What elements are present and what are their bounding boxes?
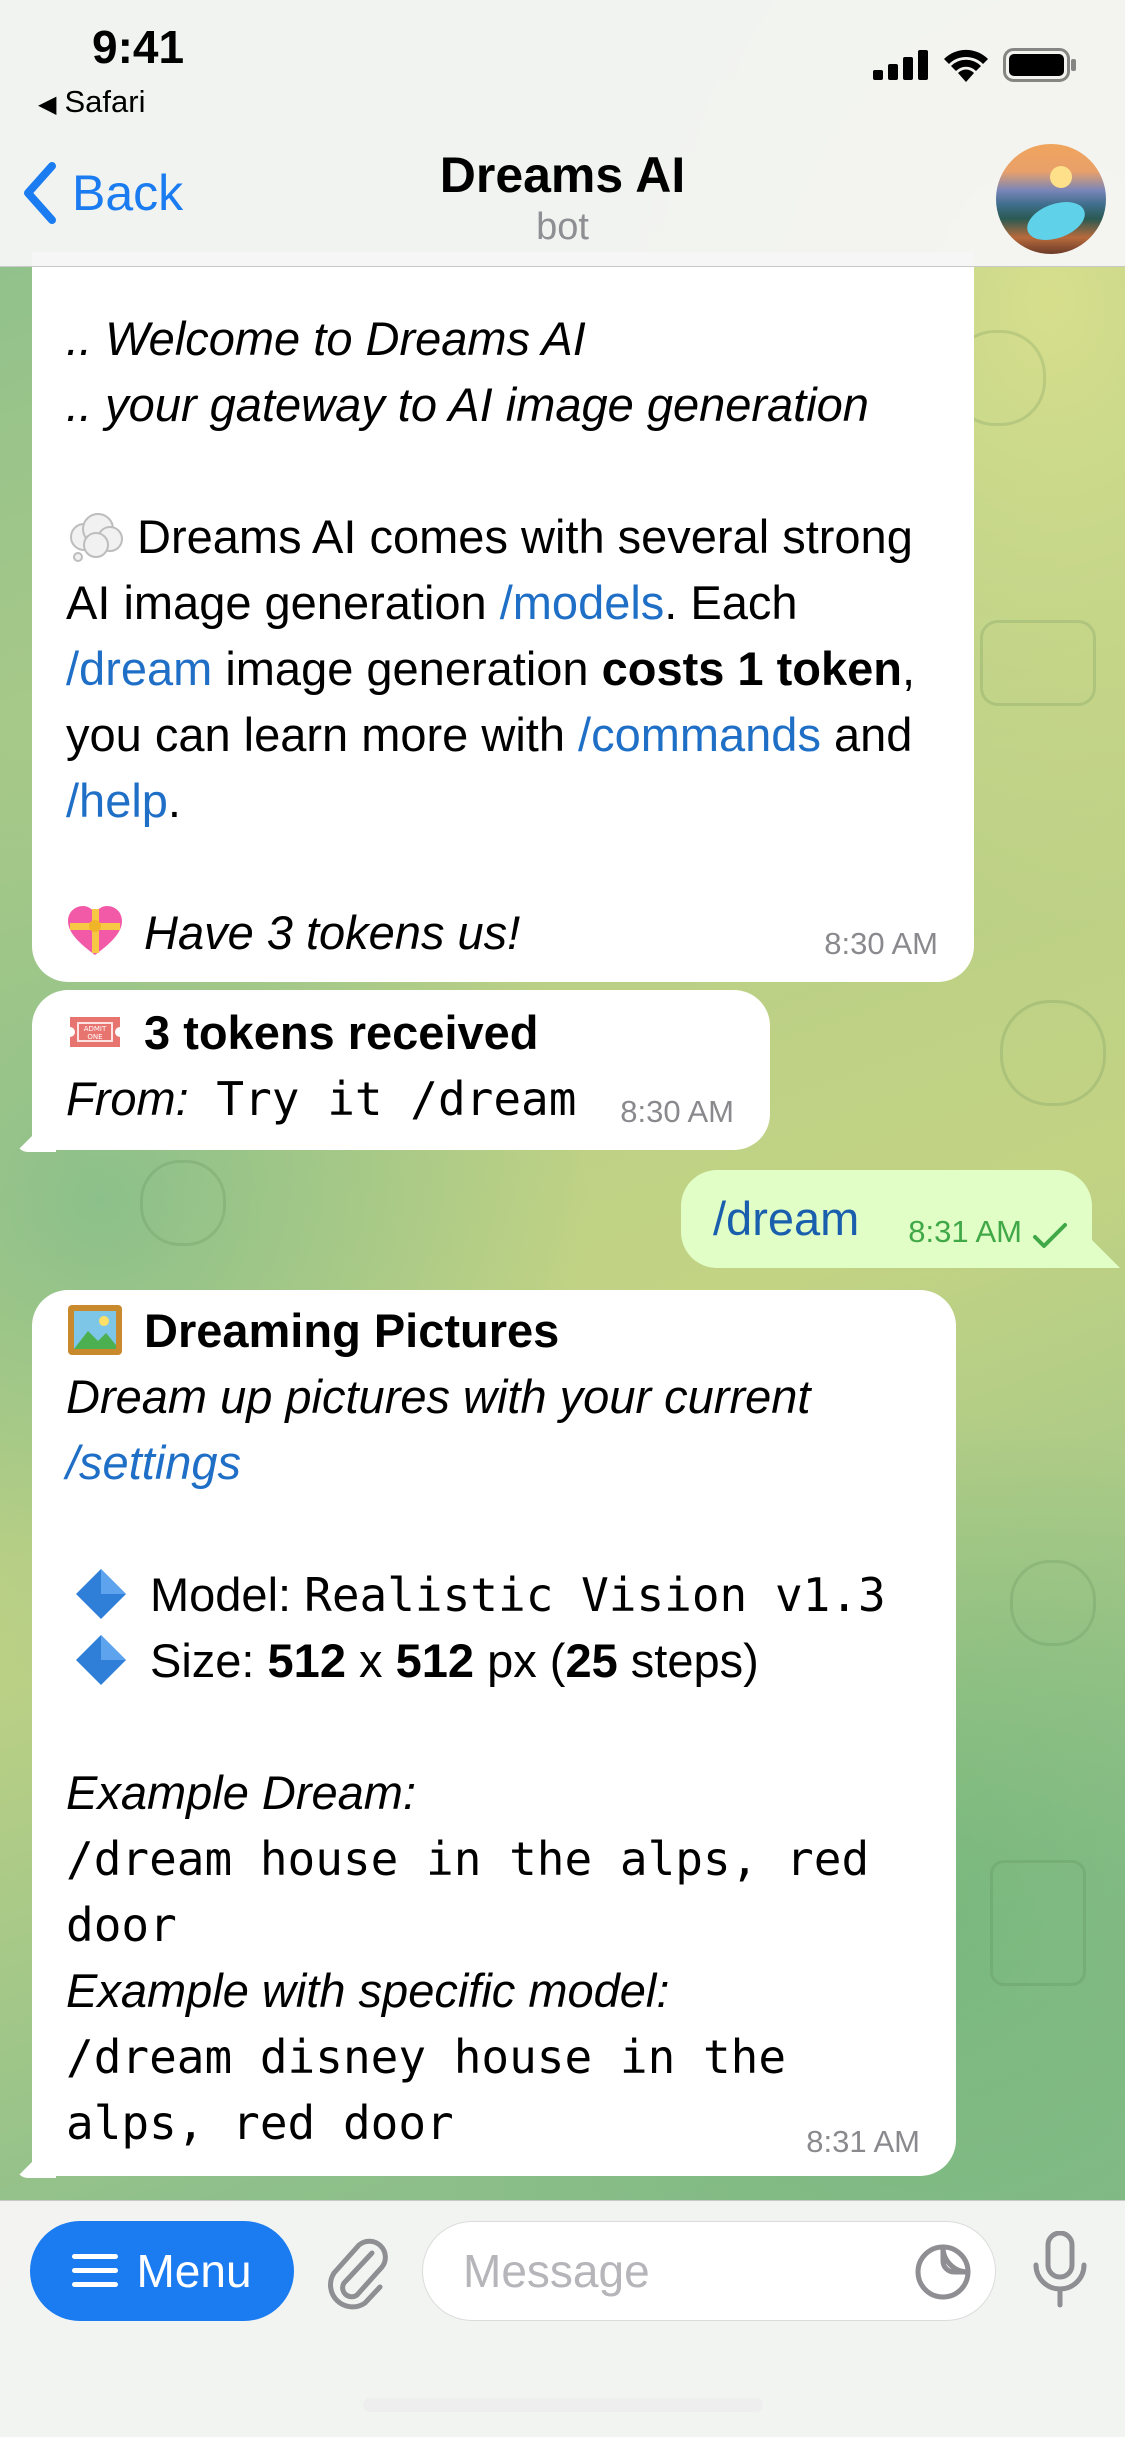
battery-icon [1003,48,1076,82]
wallpaper-doodle [140,1160,226,1246]
read-check-icon [1033,1223,1067,1248]
svg-text:ONE: ONE [87,1033,102,1041]
message-timestamp: 8:30 AM [824,926,938,961]
menu-label: Menu [136,2245,252,2297]
outgoing-dream-command[interactable]: /dream [713,1192,859,1245]
blue-diamond-icon [76,1569,126,1619]
welcome-text-c: image generation [212,642,602,695]
wallpaper-doodle [1000,1000,1106,1106]
welcome-paragraph: Dreams AI comes with several strong AI i… [66,504,944,834]
signal-icon [873,50,928,80]
wallpaper-doodle [980,620,1096,706]
status-time: 9:41 [92,21,185,73]
size-unit: px ( [474,1634,566,1687]
message-input[interactable]: Message [422,2221,996,2321]
avatar-sun [1050,166,1072,188]
ticket-icon: ADMITONE [70,1017,120,1047]
back-to-app-link[interactable]: ◀ Safari [38,84,145,120]
models-command-link[interactable]: /models [500,576,665,629]
model-value: Realistic Vision v1.3 [304,1568,886,1622]
blue-diamond-icon [76,1635,126,1685]
from-label: From: [66,1072,189,1125]
sticker-icon[interactable] [914,2243,972,2301]
hamburger-icon [72,2254,119,2287]
settings-command-link[interactable]: /settings [66,1436,241,1489]
example2-label: Example with specific model: [66,1964,670,2017]
message-timestamp: 8:30 AM [620,1094,734,1129]
size-height: 512 [395,1634,475,1687]
example2-code: /dream disney house in the alps, red doo… [66,2030,787,2150]
welcome-text-f: . [167,774,181,827]
message-bubble-tokens[interactable]: ADMIT ONE 3 tokens received From: Try it /… [32,990,770,1150]
back-app-label: Safari [64,84,146,119]
size-label: Size: [150,1634,268,1687]
message-bubble-dreaming[interactable]: Dreaming Pictures Dream up pictures with… [32,1290,956,2176]
chat-title[interactable]: Dreams AI [0,146,1125,204]
gift-text: Have 3 tokens us! [144,906,521,959]
size-times: x [345,1634,396,1687]
framed-picture-icon [68,1305,122,1355]
dreaming-title-line: Dreaming Pictures [66,1298,926,1364]
tokens-title: 3 tokens received [144,1006,539,1059]
help-command-link[interactable]: /help [66,774,168,827]
message-timestamp: 8:31 AM [908,1214,1022,1249]
message-bubble-welcome[interactable]: .. Welcome to Dreams AI .. your gateway … [32,252,974,982]
example1-label: Example Dream: [66,1766,416,1819]
message-timestamp: 8:31 AM [806,2124,920,2159]
size-width: 512 [267,1634,346,1687]
subtitle-text: Dream up pictures with your current [66,1370,811,1423]
model-line: Model: Realistic Vision v1.3 [66,1562,926,1628]
example1-code: /dream house in the alps, red door [66,1832,870,1952]
wallpaper-doodle [1010,1560,1096,1646]
welcome-line-2: .. your gateway to AI image generation [66,378,869,431]
cost-bold-text: costs 1 token [601,642,902,695]
welcome-text-e: and [820,708,913,761]
bot-avatar[interactable] [996,144,1106,254]
back-triangle-icon: ◀ [38,91,57,118]
dreaming-title: Dreaming Pictures [144,1304,560,1357]
welcome-text-b: . Each [664,576,798,629]
model-label: Model: [150,1568,305,1621]
wifi-icon [944,49,988,82]
heart-with-ribbon-icon [68,906,122,955]
status-bar: 9:41 ◀ Safari [0,0,1125,132]
welcome-line-1: .. Welcome to Dreams AI [66,312,586,365]
tokens-title-line: ADMIT ONE 3 tokens received [66,1000,740,1066]
paperclip-icon[interactable] [322,2231,392,2311]
microphone-icon[interactable] [1030,2231,1090,2311]
menu-button[interactable]: Menu [30,2221,294,2321]
message-bubble-outgoing[interactable]: /dream 8:31 AM [681,1170,1092,1268]
gift-line: Have 3 tokens us! [66,900,944,966]
system-icons [873,48,1077,82]
chat-header: 9:41 ◀ Safari Back Dreams AI bot [0,0,1125,267]
avatar-river [1021,194,1091,248]
svg-text:ADMIT: ADMIT [84,1025,107,1033]
size-line: Size: 512 x 512 px (25 steps) [66,1628,926,1694]
dreaming-subtitle: Dream up pictures with your current /set… [66,1364,926,1496]
wallpaper-doodle [990,1860,1086,1986]
size-steps-label: steps) [617,1634,759,1687]
thought-balloon-icon [70,513,123,562]
from-value: Try it /dream [188,1072,577,1126]
message-input-bar: Menu Message [0,2200,1125,2437]
dream-command-link[interactable]: /dream [66,642,212,695]
commands-command-link[interactable]: /commands [578,708,821,761]
chat-subtitle: bot [536,206,589,248]
size-steps-value: 25 [565,1634,618,1687]
